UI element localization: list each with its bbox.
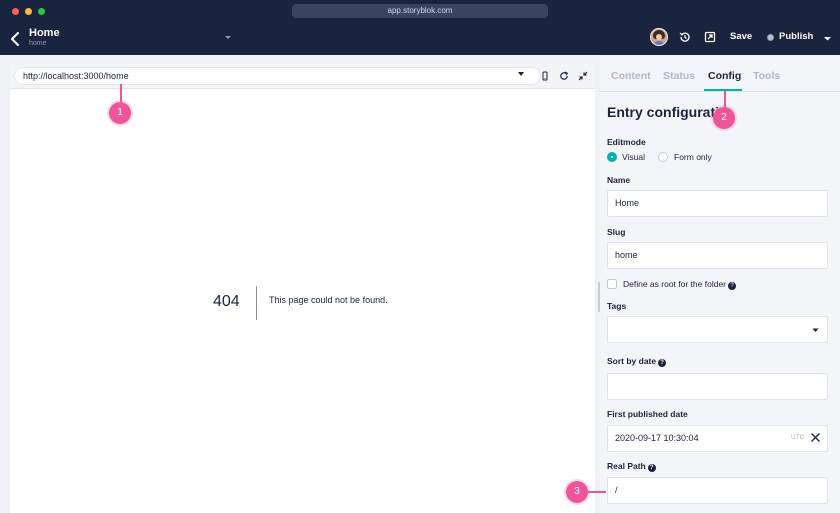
clear-icon[interactable] xyxy=(810,432,821,443)
preview-pane: http://localhost:3000/home 404 This page… xyxy=(10,64,595,513)
chevron-down-icon[interactable] xyxy=(812,328,819,333)
annotation-line-2 xyxy=(724,91,726,108)
editmode-form-only-radio[interactable] xyxy=(658,152,668,162)
help-icon[interactable]: ? xyxy=(647,464,656,472)
real-path-label: Real Path? xyxy=(607,461,656,472)
editmode-visual-radio[interactable] xyxy=(607,152,617,162)
real-path-field[interactable]: / xyxy=(607,477,828,504)
tags-label: Tags xyxy=(607,301,627,311)
mobile-device-icon[interactable] xyxy=(540,71,550,81)
annotation-marker-2: 2 xyxy=(713,107,735,129)
avatar[interactable] xyxy=(650,28,668,46)
tab-config[interactable]: Config xyxy=(708,70,741,82)
tab-status[interactable]: Status xyxy=(663,70,695,82)
slug-label: Slug xyxy=(607,227,626,237)
editmode-label: Editmode xyxy=(607,137,646,147)
open-external-icon[interactable] xyxy=(704,31,716,43)
app-header: Home home Save Publish xyxy=(0,22,840,55)
collapse-icon[interactable] xyxy=(578,71,588,81)
tab-tools[interactable]: Tools xyxy=(753,70,780,82)
save-button[interactable]: Save xyxy=(730,31,752,42)
section-title: Entry configuratio xyxy=(607,104,728,120)
chevron-down-icon[interactable] xyxy=(517,71,525,77)
publish-options-chevron-icon[interactable] xyxy=(823,34,832,43)
sort-by-date-field[interactable] xyxy=(607,373,828,400)
annotation-line-1 xyxy=(120,84,122,103)
tab-content[interactable]: Content xyxy=(611,70,651,82)
story-slug: home xyxy=(29,40,47,47)
annotation-marker-1: 1 xyxy=(109,102,131,124)
timezone-label: UTC xyxy=(791,434,805,441)
preview-toolbar: http://localhost:3000/home xyxy=(10,64,595,89)
maximize-window-button[interactable] xyxy=(38,8,45,15)
status-dot xyxy=(767,34,774,41)
close-window-button[interactable] xyxy=(12,8,19,15)
editmode-form-only-label[interactable]: Form only xyxy=(674,152,712,162)
tabs-divider xyxy=(600,91,840,92)
editmode-visual-label[interactable]: Visual xyxy=(622,152,645,162)
name-label: Name xyxy=(607,175,631,185)
browser-address-bar[interactable]: app.storyblok.com xyxy=(292,4,548,18)
error-divider xyxy=(256,286,257,320)
name-field[interactable]: Home xyxy=(607,190,828,217)
browser-titlebar: app.storyblok.com xyxy=(0,0,840,22)
reload-icon[interactable] xyxy=(559,71,569,81)
history-icon[interactable] xyxy=(679,31,691,43)
story-title: Home xyxy=(29,27,60,39)
annotation-line-3 xyxy=(587,491,606,493)
tags-field[interactable] xyxy=(607,316,828,343)
back-icon[interactable] xyxy=(8,29,22,49)
preview-url-select[interactable]: http://localhost:3000/home xyxy=(14,67,541,85)
workspace-background-top xyxy=(0,55,600,64)
error-code: 404 xyxy=(213,293,240,310)
root-folder-label-text: Define as root for the folder xyxy=(623,279,727,289)
first-published-label: First published date xyxy=(607,409,688,419)
root-folder-checkbox[interactable] xyxy=(607,279,617,289)
workspace-background xyxy=(0,55,10,513)
chevron-down-icon[interactable] xyxy=(224,33,232,41)
root-folder-label[interactable]: Define as root for the folder? xyxy=(623,279,737,290)
real-path-label-text: Real Path xyxy=(607,461,646,471)
minimize-window-button[interactable] xyxy=(25,8,32,15)
help-icon[interactable]: ? xyxy=(658,359,667,367)
error-message: This page could not be found. xyxy=(269,295,388,305)
publish-label: Publish xyxy=(779,31,814,42)
slug-field[interactable]: home xyxy=(607,242,828,269)
help-icon[interactable]: ? xyxy=(728,282,737,290)
sort-by-date-label-text: Sort by date xyxy=(607,356,657,366)
annotation-marker-3: 3 xyxy=(566,481,588,503)
sort-by-date-label: Sort by date? xyxy=(607,356,667,367)
publish-button[interactable]: Publish xyxy=(767,31,813,42)
